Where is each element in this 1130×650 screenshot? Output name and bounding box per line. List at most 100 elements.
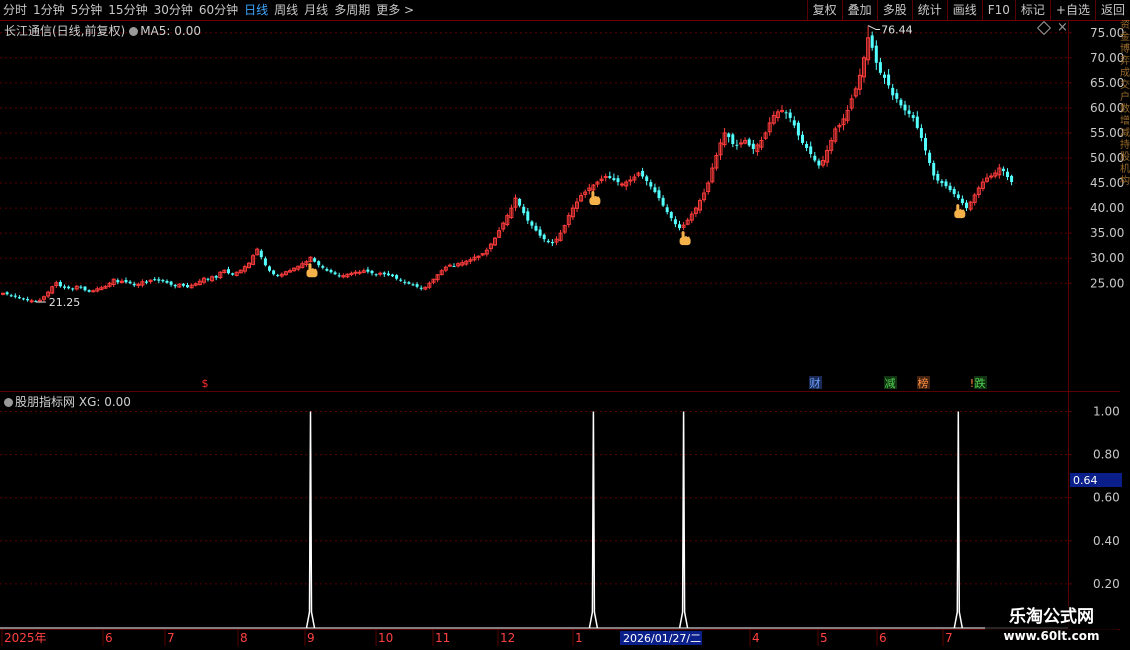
candle-body [809, 146, 813, 154]
xg-label: XG: 0.00 [78, 395, 131, 409]
candle-body [919, 128, 923, 138]
candle-body [751, 143, 755, 149]
candle-body [128, 281, 132, 284]
candle-body [603, 176, 608, 179]
candle-body [13, 295, 17, 297]
candle-body [87, 290, 91, 292]
candle-body [641, 170, 645, 177]
strip-char: 持 [1120, 140, 1130, 151]
candle-body [952, 189, 956, 195]
candle-body [874, 45, 878, 63]
x-axis-label: 8 [240, 631, 248, 645]
candle-body [370, 270, 374, 274]
x-axis-label: 4 [752, 631, 760, 645]
candle-body [907, 110, 911, 114]
candle-body [665, 207, 669, 213]
candle-body [333, 272, 337, 275]
candle-body [932, 163, 936, 176]
strip-char: 股 [1120, 152, 1130, 163]
candle-body [268, 266, 271, 271]
candle-body [374, 274, 378, 276]
candle-body [181, 283, 185, 286]
candle-body [419, 287, 423, 289]
candle-body [887, 74, 891, 86]
candle-body [407, 282, 411, 284]
event-marker: 减 [885, 377, 896, 390]
candle-body [276, 274, 280, 276]
candle-body [616, 178, 620, 183]
strip-char: 弈 [1120, 56, 1130, 67]
candle-body [526, 211, 530, 221]
candle-body [378, 272, 383, 275]
x-axis-label: 7 [167, 631, 175, 645]
strip-char: 增 [1120, 116, 1130, 127]
candle-body [157, 279, 161, 281]
buy-hand-icon[interactable] [589, 191, 601, 206]
candle-body [788, 112, 792, 118]
candle-body [669, 212, 673, 219]
candle-body [899, 99, 903, 106]
candle-body [915, 116, 919, 128]
kline-chart[interactable]: 75.0070.0065.0060.0055.0050.0045.0040.00… [0, 0, 1130, 650]
y-tick-label: 1.00 [1093, 405, 1120, 419]
candle-body [26, 299, 30, 301]
candle-body [415, 284, 419, 287]
candle-body [325, 269, 329, 271]
candle-body [186, 285, 189, 288]
x-axis-label: 10 [378, 631, 393, 645]
candle-body [79, 286, 83, 288]
candle-body [169, 281, 173, 285]
settings-dot-icon[interactable] [4, 398, 13, 407]
candle-body [91, 290, 96, 293]
indicator-name: 股朋指标网 [15, 395, 76, 409]
candle-body [546, 240, 550, 243]
stock-name: 长江通信(日线,前复权) [4, 24, 126, 38]
candle-body [784, 112, 788, 114]
candle-body [678, 224, 681, 229]
candle-body [924, 137, 927, 151]
event-marker: 榜 [918, 376, 929, 390]
settings-dot-icon[interactable] [129, 27, 139, 36]
strip-char: 成 [1120, 68, 1130, 79]
candle-body [645, 176, 649, 182]
buy-hand-icon[interactable] [306, 263, 318, 278]
event-marker: 跌 [975, 376, 986, 390]
strip-char: 户 [1120, 92, 1130, 103]
candle-body [518, 198, 522, 206]
candle-body [29, 300, 34, 303]
right-info-strip: 资金博弈成交户数增减持股机构 [1120, 20, 1130, 630]
candle-body [739, 142, 743, 145]
close-icon[interactable]: × [1057, 20, 1068, 35]
high-label: 76.44 [881, 24, 913, 37]
y-tick-label: 0.40 [1093, 534, 1120, 548]
candle-body [657, 190, 661, 199]
candle-body [313, 258, 317, 262]
candle-body [1010, 175, 1014, 183]
candle-body [673, 219, 677, 225]
y-tick-label: 0.60 [1093, 491, 1120, 505]
candle-body [263, 258, 267, 266]
watermark-title: 乐淘公式网 [1009, 607, 1094, 627]
candle-body [145, 281, 148, 283]
candle-body [67, 286, 71, 289]
candle-body [649, 182, 653, 187]
candle-body [116, 280, 120, 283]
candle-body [550, 241, 554, 244]
strip-char: 交 [1120, 80, 1130, 91]
strip-char: 资 [1120, 20, 1130, 31]
candle-body [956, 194, 960, 199]
ma5-label: MA5: 0.00 [140, 24, 201, 38]
candle-body [813, 155, 817, 161]
candle-body [530, 221, 534, 226]
candle-body [329, 270, 333, 273]
candle-body [366, 269, 370, 272]
candle-body [71, 288, 75, 290]
x-axis-label: 1 [575, 631, 583, 645]
candle-body [817, 160, 821, 166]
candle-body [727, 133, 731, 137]
candle-body [928, 152, 932, 164]
strip-char: 减 [1120, 128, 1130, 139]
buy-hand-icon[interactable] [954, 204, 966, 219]
candle-body [5, 292, 9, 295]
candle-body [747, 139, 751, 146]
